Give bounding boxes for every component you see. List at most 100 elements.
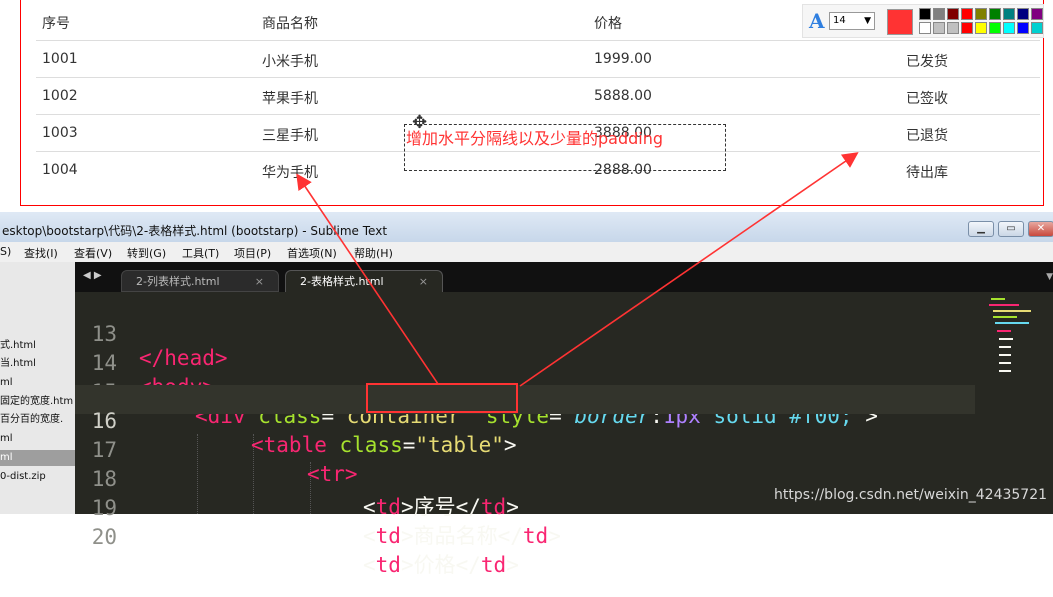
sidebar-file[interactable]: ml	[0, 375, 75, 391]
code-token: 价格	[413, 553, 456, 577]
watermark-text: https://blog.csdn.net/weixin_42435721	[774, 487, 1048, 503]
color-swatch[interactable]	[1003, 22, 1015, 34]
sublime-window: esktop\bootstarp\代码\2-表格样式.html (bootsta…	[0, 212, 1053, 577]
header-cell: 序号	[42, 16, 70, 32]
table-row: 1001 小米手机 1999.00 已发货	[36, 40, 1040, 77]
tab-scroll-down-icon[interactable]: ▼	[1046, 272, 1053, 282]
font-size-select[interactable]: 14 ▼	[829, 12, 875, 30]
minimap-line	[993, 316, 1017, 318]
code-line: 18 <td>序号</td>	[75, 443, 975, 519]
menu-preferences[interactable]: 首选项(N)	[287, 245, 337, 261]
table-cell: 1004	[42, 162, 78, 178]
color-swatch[interactable]	[1017, 8, 1029, 20]
close-button[interactable]: ✕	[1028, 221, 1053, 237]
font-icon[interactable]: A	[809, 9, 825, 33]
table-cell: 5888.00	[594, 88, 652, 104]
color-swatch[interactable]	[975, 8, 987, 20]
code-line: 17 <tr>	[75, 414, 975, 486]
tab-close-icon[interactable]: ×	[419, 271, 428, 293]
minimap-line	[997, 330, 1011, 332]
sidebar-file[interactable]: ml	[0, 431, 75, 447]
table-cell: 已签收	[906, 91, 948, 107]
table-cell: 1001	[42, 51, 78, 67]
title-bar: esktop\bootstarp\代码\2-表格样式.html (bootsta…	[0, 212, 1053, 242]
tab-nav-arrows-icon[interactable]: ◀ ▶	[83, 270, 102, 281]
minimap-line	[999, 370, 1011, 372]
table-cell: 已退货	[906, 128, 948, 144]
menu-help[interactable]: 帮助(H)	[354, 245, 393, 261]
line-number: 20	[91, 525, 117, 549]
sidebar-file[interactable]: 百分百的宽度.	[0, 412, 75, 428]
color-swatch[interactable]	[1017, 22, 1029, 34]
color-swatch[interactable]	[1003, 8, 1015, 20]
maximize-button[interactable]: ▭	[998, 221, 1024, 237]
table-cell: 待出库	[906, 165, 948, 181]
color-swatch[interactable]	[975, 22, 987, 34]
menu-project[interactable]: 项目(P)	[234, 245, 271, 261]
tab-label: 2-列表样式.html	[136, 275, 220, 288]
tab-table-style[interactable]: 2-表格样式.html ×	[285, 270, 443, 292]
code-line: 15 <div class="container" style="border:…	[75, 356, 975, 428]
color-swatch[interactable]	[989, 8, 1001, 20]
menu-tools[interactable]: 工具(T)	[182, 245, 219, 261]
table-cell: 已发货	[906, 54, 948, 70]
annotation-text[interactable]: 增加水平分隔线以及少量的padding	[406, 125, 663, 149]
window-title: esktop\bootstarp\代码\2-表格样式.html (bootsta…	[2, 224, 388, 238]
current-color-swatch[interactable]	[887, 9, 913, 35]
chevron-down-icon: ▼	[864, 16, 871, 26]
menu-view[interactable]: 查看(V)	[74, 245, 112, 261]
minimap-line	[989, 304, 1019, 306]
sidebar-file[interactable]: 固定的宽度.htm	[0, 394, 75, 410]
menu-find[interactable]: 查找(I)	[24, 245, 58, 261]
table-cell: 三星手机	[262, 128, 318, 144]
table-class-highlight-box	[366, 383, 518, 413]
code-line-current: 16 <table class="table">	[75, 385, 975, 457]
color-swatch[interactable]	[919, 22, 931, 34]
color-swatch[interactable]	[1031, 8, 1043, 20]
font-size-value: 14	[833, 15, 846, 26]
file-sidebar: 式.html 当.html ml 固定的宽度.htm 百分百的宽度. ml ml…	[0, 262, 75, 514]
code-line: 14 <body>	[75, 327, 975, 399]
color-swatch[interactable]	[989, 22, 1001, 34]
minimap[interactable]	[985, 296, 1033, 396]
browser-preview: 序号 商品名称 价格 1001 小米手机 1999.00 已发货 1002 苹果…	[0, 0, 1053, 212]
minimap-line	[999, 362, 1011, 364]
code-editor[interactable]: 13 </head> 14 <body> 15 <div class="cont…	[75, 292, 1053, 577]
minimap-line	[993, 310, 1031, 312]
sidebar-file[interactable]: 式.html	[0, 338, 75, 354]
table-cell: 1002	[42, 88, 78, 104]
color-swatch[interactable]	[961, 22, 973, 34]
code-line: 20 <td>价格</td>	[75, 501, 975, 577]
color-swatch[interactable]	[933, 22, 945, 34]
sidebar-file-selected[interactable]: ml	[0, 450, 75, 466]
sidebar-file[interactable]: 当.html	[0, 356, 75, 372]
table-cell: 苹果手机	[262, 91, 318, 107]
color-swatch[interactable]	[919, 8, 931, 20]
tab-label: 2-表格样式.html	[300, 275, 384, 288]
minimap-line	[999, 338, 1013, 340]
color-swatch[interactable]	[1031, 22, 1043, 34]
tab-list-style[interactable]: 2-列表样式.html ×	[121, 270, 279, 292]
minimize-button[interactable]: ▁	[968, 221, 994, 237]
menu-goto[interactable]: 转到(G)	[127, 245, 166, 261]
code-line: 13 </head>	[75, 298, 975, 370]
tab-close-icon[interactable]: ×	[255, 271, 264, 293]
minimap-line	[991, 298, 1005, 300]
minimap-line	[995, 322, 1029, 324]
annotation-toolbar: A 14 ▼	[802, 4, 1044, 38]
code-text: <td>价格</td>	[363, 553, 519, 577]
color-swatch[interactable]	[947, 22, 959, 34]
menu-bar: S) 查找(I) 查看(V) 转到(G) 工具(T) 项目(P) 首选项(N) …	[0, 242, 1053, 262]
minimap-line	[999, 354, 1011, 356]
sidebar-file[interactable]: 0-dist.zip	[0, 469, 75, 485]
color-swatch[interactable]	[933, 8, 945, 20]
table-row: 1002 苹果手机 5888.00 已签收	[36, 77, 1040, 114]
tab-bar: ◀ ▶ 2-列表样式.html × 2-表格样式.html × ▼	[75, 262, 1053, 292]
color-swatch[interactable]	[961, 8, 973, 20]
table-cell: 小米手机	[262, 54, 318, 70]
minimap-line	[999, 346, 1011, 348]
table-cell: 1999.00	[594, 51, 652, 67]
color-swatch[interactable]	[947, 8, 959, 20]
menu-item[interactable]: S)	[0, 245, 11, 258]
header-cell: 商品名称	[262, 16, 318, 32]
